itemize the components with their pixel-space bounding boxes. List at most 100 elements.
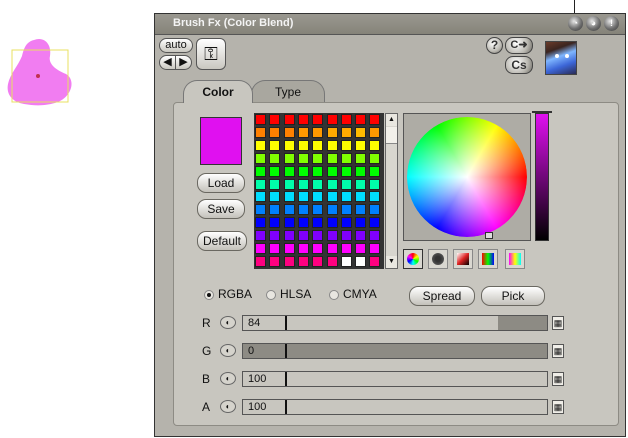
wheel-marker[interactable] <box>485 232 493 239</box>
palette-swatch[interactable] <box>255 126 266 138</box>
channel-slider-b[interactable]: 100 <box>242 371 548 387</box>
palette-swatch[interactable] <box>340 152 352 164</box>
palette-swatch[interactable] <box>369 178 381 190</box>
palette-swatch[interactable] <box>369 152 381 164</box>
cs-icon[interactable]: Cs <box>505 56 533 74</box>
palette-swatch[interactable] <box>297 191 309 203</box>
palette-swatch[interactable] <box>340 243 352 254</box>
radio-rgba[interactable] <box>204 290 214 300</box>
palette-swatch[interactable] <box>312 178 324 190</box>
palette-swatch[interactable] <box>283 165 295 177</box>
palette-swatch[interactable] <box>369 255 381 267</box>
palette-swatch[interactable] <box>312 204 324 216</box>
wheel-mode-icon[interactable] <box>403 249 423 269</box>
palette-swatch[interactable] <box>297 139 309 151</box>
palette-swatch[interactable] <box>355 255 367 267</box>
radio-hlsa[interactable] <box>266 290 276 300</box>
link-knob-icon[interactable]: ◐ <box>220 316 236 329</box>
channel-slider-a[interactable]: 100 <box>242 399 548 415</box>
palette-swatch[interactable] <box>255 139 266 151</box>
help-icon[interactable]: ? <box>486 37 503 54</box>
palette-swatch[interactable] <box>297 243 309 254</box>
palette-swatch[interactable] <box>326 230 338 242</box>
palette-swatch[interactable] <box>355 152 367 164</box>
radio-cmya-label[interactable]: CMYA <box>343 287 377 301</box>
palette-swatch[interactable] <box>255 217 266 229</box>
titlebar[interactable]: Brush Fx (Color Blend) ◔ ◕ ! <box>155 14 625 35</box>
channel-slider-g[interactable]: 0 <box>242 343 548 359</box>
minimize-icon[interactable]: ◔ <box>568 16 583 31</box>
link-knob-icon[interactable]: ◐ <box>220 344 236 357</box>
save-button[interactable]: Save <box>197 199 245 219</box>
color-wheel[interactable] <box>407 117 527 237</box>
palette-swatch[interactable] <box>369 165 381 177</box>
auto-button[interactable]: auto <box>159 38 193 53</box>
palette-swatch[interactable] <box>312 165 324 177</box>
radio-cmya[interactable] <box>329 290 339 300</box>
radio-rgba-label[interactable]: RGBA <box>218 287 252 301</box>
palette-swatch[interactable] <box>355 114 367 125</box>
keypad-icon[interactable]: ▦ <box>552 400 564 414</box>
palette-swatch[interactable] <box>312 217 324 229</box>
palette-swatch[interactable] <box>340 217 352 229</box>
palette-swatch[interactable] <box>283 114 295 125</box>
palette-swatch[interactable] <box>340 255 352 267</box>
tab-color[interactable]: Color <box>183 80 253 103</box>
keypad-icon[interactable]: ▦ <box>552 372 564 386</box>
next-arrow-icon[interactable]: ▶ <box>175 55 192 70</box>
palette-swatch[interactable] <box>369 230 381 242</box>
palette-swatch[interactable] <box>355 126 367 138</box>
palette-swatch[interactable] <box>340 126 352 138</box>
palette-swatch[interactable] <box>369 217 381 229</box>
rgb-mode-icon[interactable] <box>478 249 498 269</box>
palette-swatch[interactable] <box>297 230 309 242</box>
palette-swatch[interactable] <box>326 243 338 254</box>
apply-arrow-icon[interactable]: C➜ <box>505 37 533 54</box>
palette-swatch[interactable] <box>269 255 281 267</box>
load-button[interactable]: Load <box>197 173 245 193</box>
palette-swatch[interactable] <box>355 204 367 216</box>
palette-swatch[interactable] <box>355 139 367 151</box>
palette-swatch[interactable] <box>269 204 281 216</box>
palette-swatch[interactable] <box>340 178 352 190</box>
link-knob-icon[interactable]: ◐ <box>220 400 236 413</box>
info-icon[interactable]: ! <box>604 16 619 31</box>
scroll-thumb[interactable] <box>386 127 397 144</box>
color-palette-grid[interactable] <box>254 113 384 269</box>
palette-swatch[interactable] <box>369 139 381 151</box>
palette-swatch[interactable] <box>269 152 281 164</box>
palette-swatch[interactable] <box>326 217 338 229</box>
palette-swatch[interactable] <box>355 191 367 203</box>
palette-swatch[interactable] <box>269 191 281 203</box>
palette-swatch[interactable] <box>312 191 324 203</box>
spread-button[interactable]: Spread <box>409 286 475 306</box>
radio-hlsa-label[interactable]: HLSA <box>280 287 311 301</box>
pick-button[interactable]: Pick <box>481 286 545 306</box>
avatar[interactable] <box>545 41 577 75</box>
palette-swatch[interactable] <box>369 126 381 138</box>
palette-swatch[interactable] <box>340 139 352 151</box>
palette-swatch[interactable] <box>255 204 266 216</box>
palette-swatch[interactable] <box>297 178 309 190</box>
palette-swatch[interactable] <box>355 230 367 242</box>
palette-swatch[interactable] <box>297 152 309 164</box>
palette-swatch[interactable] <box>283 178 295 190</box>
handle-dot[interactable] <box>36 74 40 78</box>
palette-swatch[interactable] <box>255 114 266 125</box>
channel-value-a[interactable]: 100 <box>248 401 266 413</box>
palette-swatch[interactable] <box>255 255 266 267</box>
palette-swatch[interactable] <box>340 204 352 216</box>
palette-swatch[interactable] <box>312 255 324 267</box>
palette-swatch[interactable] <box>326 114 338 125</box>
globe-icon[interactable]: ◕ <box>586 16 601 31</box>
palette-swatch[interactable] <box>340 165 352 177</box>
palette-swatch[interactable] <box>269 243 281 254</box>
tab-type[interactable]: Type <box>251 80 325 103</box>
palette-swatch[interactable] <box>312 230 324 242</box>
palette-swatch[interactable] <box>269 178 281 190</box>
palette-swatch[interactable] <box>283 139 295 151</box>
channel-value-g[interactable]: 0 <box>248 345 254 357</box>
palette-swatch[interactable] <box>326 204 338 216</box>
gradient-mode-icon[interactable] <box>453 249 473 269</box>
previous-arrow-icon[interactable]: ◀ <box>159 55 176 70</box>
